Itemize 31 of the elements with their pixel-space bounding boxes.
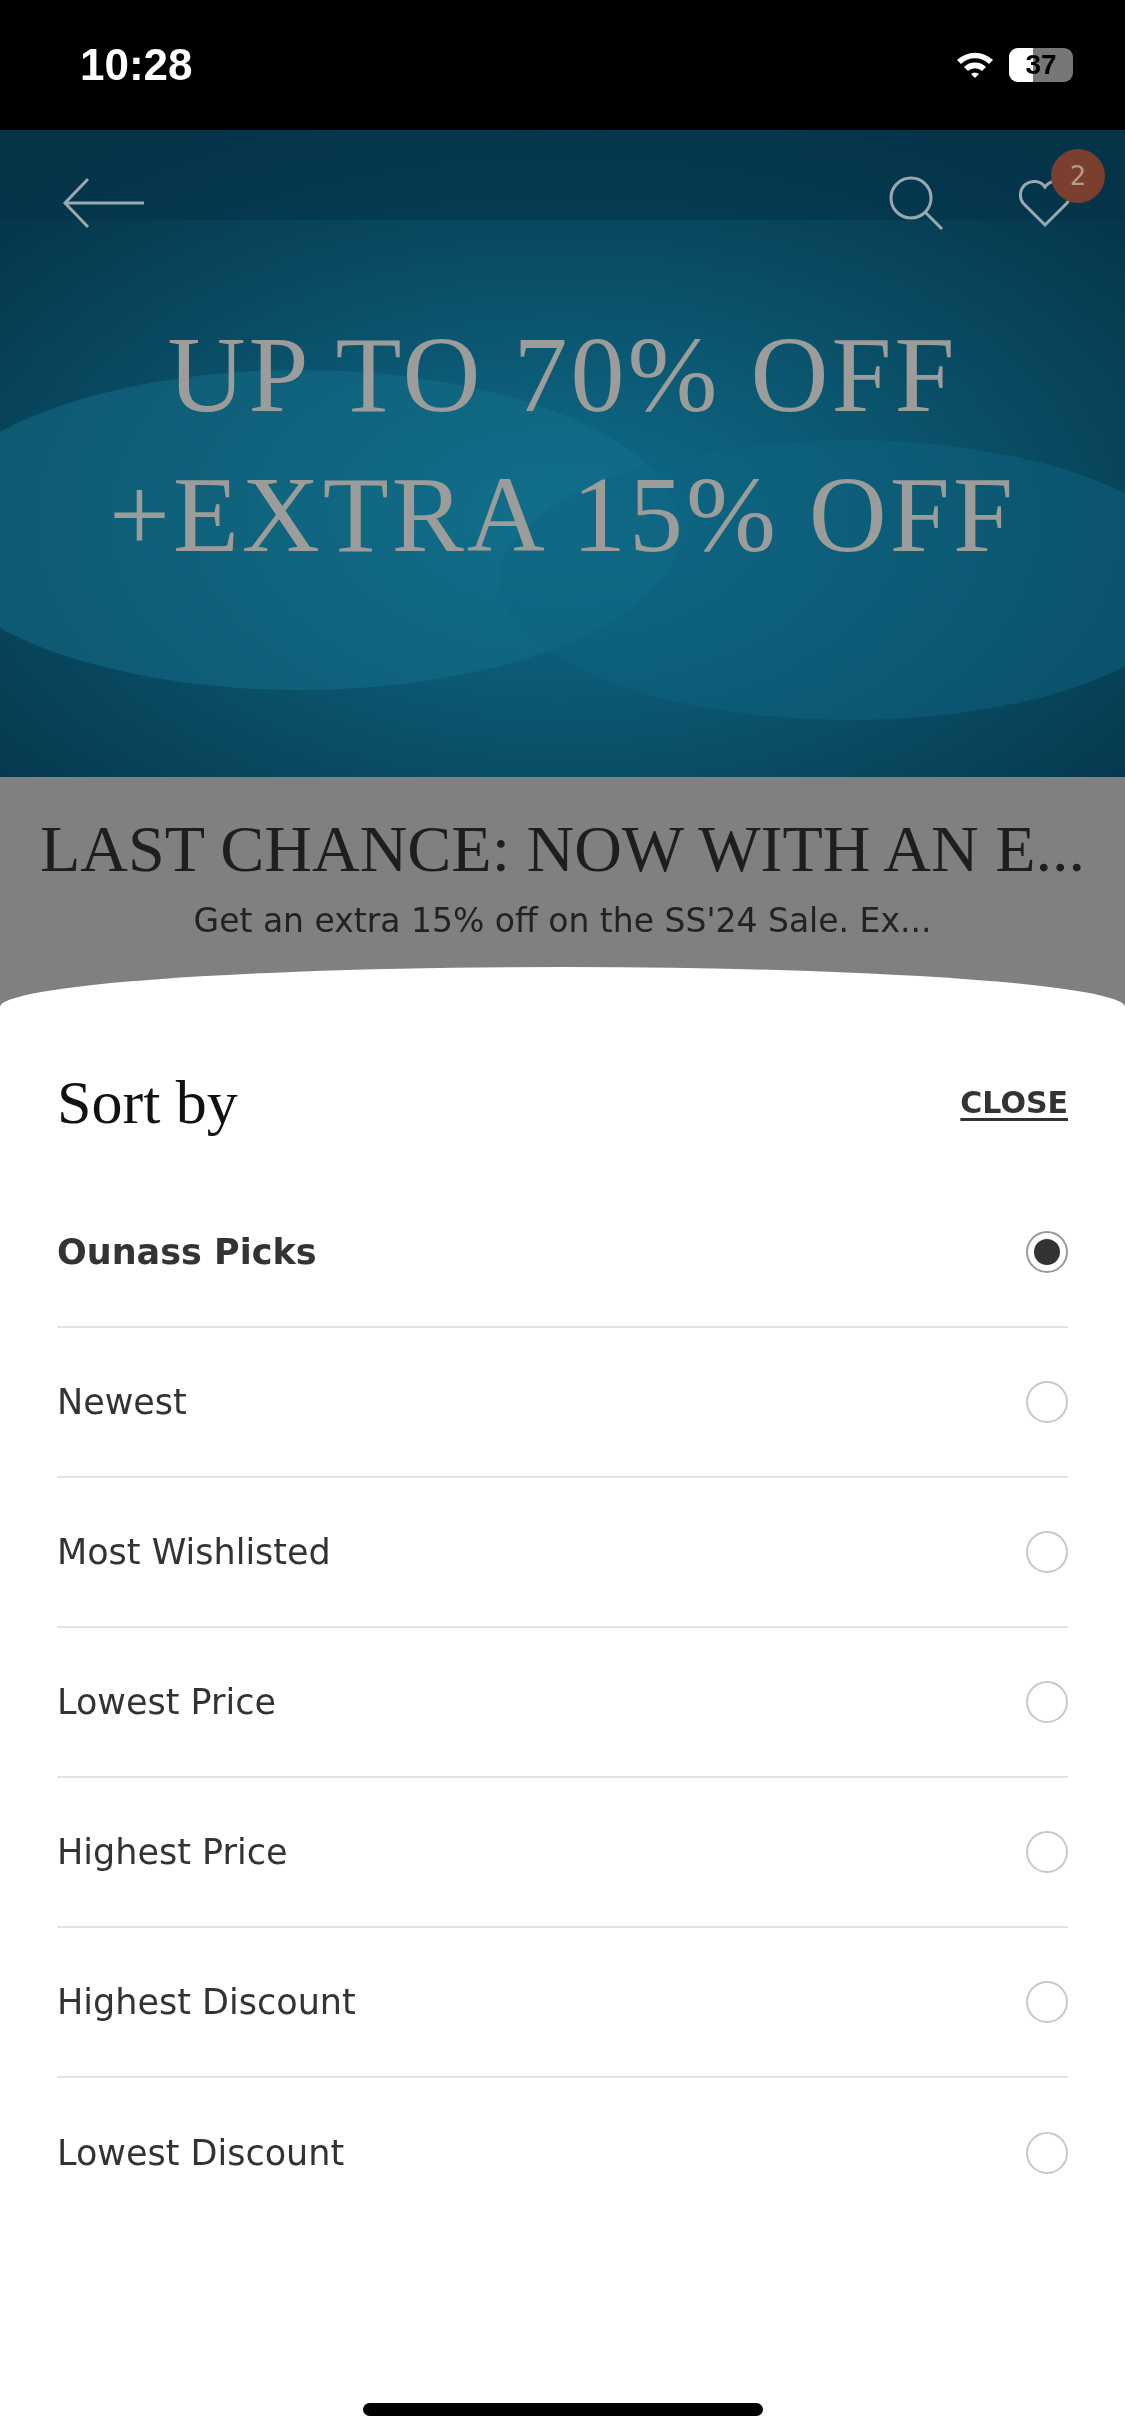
option-label: Lowest Price <box>57 1682 276 1722</box>
radio-button[interactable] <box>1026 1231 1068 1273</box>
sort-option[interactable]: Lowest Discount <box>57 2078 1068 2228</box>
banner-headline: UP TO 70% OFF <box>167 314 958 436</box>
option-label: Highest Discount <box>57 1982 356 2022</box>
sort-option[interactable]: Highest Price <box>57 1778 1068 1928</box>
sheet-title: Sort by <box>57 1067 238 1138</box>
status-time: 10:28 <box>80 40 193 90</box>
option-label: Most Wishlisted <box>57 1532 331 1572</box>
radio-button[interactable] <box>1026 2132 1068 2174</box>
search-icon[interactable] <box>887 174 945 232</box>
promo-title: LAST CHANCE: NOW WITH AN E... <box>40 811 1085 887</box>
radio-button[interactable] <box>1026 1681 1068 1723</box>
wifi-icon <box>955 50 995 80</box>
back-arrow-icon[interactable] <box>62 177 146 229</box>
radio-button[interactable] <box>1026 1831 1068 1873</box>
banner-headline: +EXTRA 15% OFF <box>109 453 1016 576</box>
sort-option[interactable]: Newest <box>57 1328 1068 1478</box>
option-label: Highest Price <box>57 1832 288 1872</box>
radio-button[interactable] <box>1026 1531 1068 1573</box>
radio-button[interactable] <box>1026 1981 1068 2023</box>
sort-option[interactable]: Most Wishlisted <box>57 1478 1068 1628</box>
sort-option[interactable]: Highest Discount <box>57 1928 1068 2078</box>
sort-option[interactable]: Ounass Picks <box>57 1178 1068 1328</box>
option-label: Lowest Discount <box>57 2133 345 2173</box>
promo-subtitle: Get an extra 15% off on the SS'24 Sale. Ex... <box>193 901 932 940</box>
option-label: Ounass Picks <box>57 1232 317 1272</box>
close-button[interactable]: CLOSE <box>960 1085 1068 1120</box>
option-label: Newest <box>57 1382 187 1422</box>
radio-button[interactable] <box>1026 1381 1068 1423</box>
sort-option[interactable]: Lowest Price <box>57 1628 1068 1778</box>
